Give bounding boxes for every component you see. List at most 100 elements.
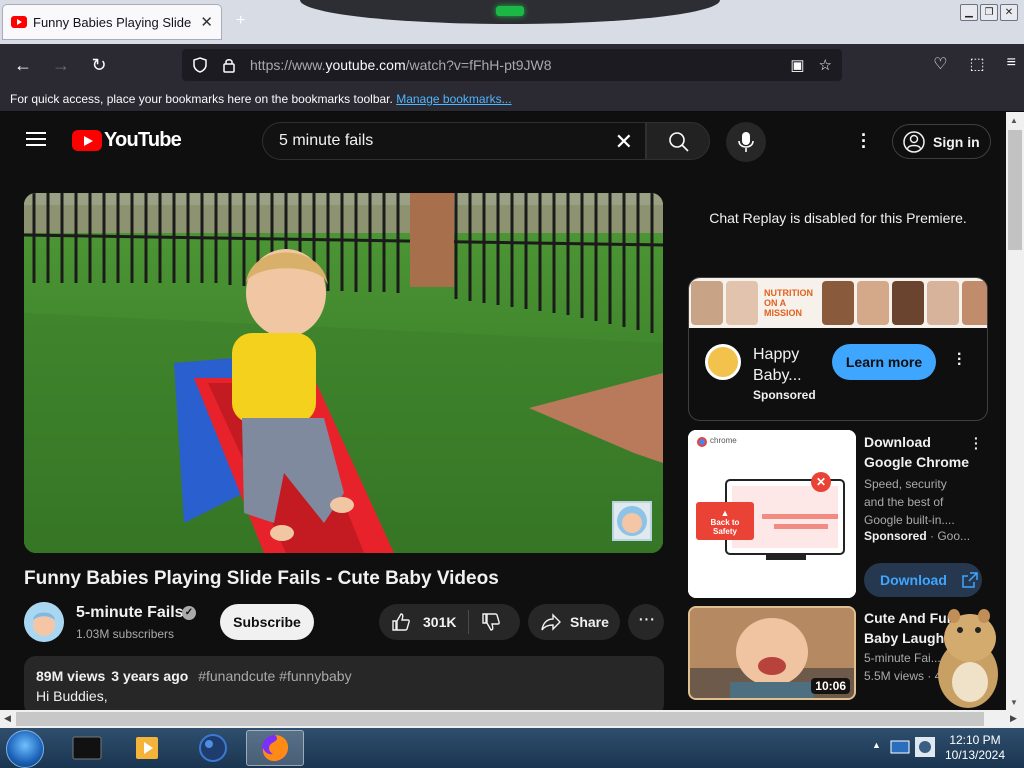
- account-icon: [903, 130, 925, 153]
- window-controls: ▁ ❐ ✕: [960, 4, 1018, 21]
- show-hidden-icons-arrow-icon[interactable]: ▲: [872, 740, 881, 750]
- download-label: Download: [880, 572, 947, 588]
- chrome-ad-sponsor-line: Sponsored · Goo...: [864, 529, 971, 543]
- start-button-windows-logo-icon[interactable]: [6, 730, 44, 768]
- youtube-logo[interactable]: YouTube: [72, 129, 182, 152]
- bookmarks-toolbar: For quick access, place your bookmarks h…: [0, 86, 1024, 112]
- tab-title: Funny Babies Playing Slide Fails - Cute …: [33, 14, 194, 30]
- channel-avatar[interactable]: [24, 602, 64, 642]
- ad-options-kebab-icon[interactable]: · · ·: [957, 347, 963, 373]
- voice-search-button[interactable]: [726, 122, 766, 162]
- search-input[interactable]: 5 minute fails ✕: [262, 122, 646, 160]
- manage-bookmarks-link[interactable]: Manage bookmarks...: [396, 92, 511, 106]
- channel-name[interactable]: 5-minute Fails: [76, 604, 184, 622]
- scroll-up-arrow-icon[interactable]: ▲: [1010, 116, 1018, 125]
- more-actions-button[interactable]: ···: [628, 604, 664, 640]
- chrome-ad-title[interactable]: Download Google Chrome: [864, 432, 974, 472]
- horizontal-scroll-thumb[interactable]: [16, 712, 984, 726]
- extensions-icon[interactable]: ⬚: [970, 54, 985, 74]
- sponsored-ad-card[interactable]: NUTRITION ON A MISSION Happy Baby... Spo…: [688, 277, 988, 421]
- taskbar-app-media-player[interactable]: [118, 730, 176, 766]
- download-button[interactable]: Download: [864, 563, 982, 597]
- hashtags[interactable]: #funandcute #funnybaby: [198, 668, 351, 684]
- hamster-overlay-sticker: [938, 609, 998, 708]
- reload-icon[interactable]: ↻: [84, 55, 114, 76]
- ad-banner-image: NUTRITION ON A MISSION: [689, 278, 987, 328]
- app-menu-icon[interactable]: ≡: [1007, 54, 1016, 74]
- youtube-play-logo-icon: [72, 130, 102, 151]
- pocket-icon[interactable]: ♡: [933, 54, 947, 74]
- advertiser-logo[interactable]: [705, 344, 741, 380]
- taskbar-app-terminal[interactable]: [58, 730, 116, 766]
- network-monitor-icon[interactable]: [890, 739, 910, 757]
- related-video-thumbnail[interactable]: 10:06: [688, 606, 856, 700]
- taskbar-app-globe[interactable]: [184, 730, 242, 766]
- taskbar-app-firefox[interactable]: [246, 730, 304, 766]
- bookmarks-hint: For quick access, place your bookmarks h…: [10, 92, 393, 106]
- restore-window-icon[interactable]: ❐: [980, 4, 998, 21]
- browser-tabstrip: Funny Babies Playing Slide Fails - Cute …: [0, 0, 1024, 44]
- browser-tab-youtube[interactable]: Funny Babies Playing Slide Fails - Cute …: [2, 4, 222, 40]
- tray-app-icon[interactable]: [914, 736, 936, 758]
- share-arrow-icon: [541, 613, 561, 631]
- url-path: /watch?v=fFhH-pt9JW8: [405, 57, 552, 73]
- bookmark-star-icon[interactable]: ☆: [819, 56, 832, 74]
- firefox-icon: [262, 735, 289, 761]
- description-box[interactable]: 89M views 3 years ago #funandcute #funnyb…: [24, 656, 664, 716]
- baby-photo-4: [857, 281, 889, 325]
- clear-search-icon[interactable]: ✕: [615, 129, 633, 155]
- browser-navbar: ← → ↻ https://www. youtube.com/watch?v=fF…: [0, 44, 1024, 86]
- new-tab-button[interactable]: +: [236, 12, 245, 30]
- channel-watermark[interactable]: [612, 501, 652, 541]
- video-duration: 10:06: [811, 678, 850, 694]
- baby-face-watermark-icon: [617, 506, 647, 536]
- sign-in-button[interactable]: Sign in: [892, 124, 991, 159]
- learn-more-button[interactable]: Learn more: [832, 344, 936, 380]
- chrome-ad-description: Speed, security and the best of Google b…: [864, 477, 955, 527]
- lock-icon[interactable]: [222, 57, 236, 73]
- vertical-scroll-thumb[interactable]: [1008, 130, 1022, 250]
- ad-title[interactable]: Happy Baby...: [753, 344, 819, 386]
- page-horizontal-scrollbar[interactable]: ◀ ▶: [0, 710, 1024, 728]
- url-bar[interactable]: https://www. youtube.com/watch?v=fFhH-pt9…: [182, 49, 842, 81]
- microphone-icon: [738, 132, 754, 152]
- tab-close-icon[interactable]: ✕: [200, 13, 213, 31]
- like-button[interactable]: 301K: [379, 610, 469, 634]
- ad-banner-text: NUTRITION ON A MISSION: [764, 288, 813, 318]
- forward-arrow-icon[interactable]: →: [46, 55, 76, 76]
- video-player[interactable]: [24, 193, 663, 553]
- scroll-down-arrow-icon[interactable]: ▼: [1010, 698, 1018, 707]
- ad-sponsored-label: Sponsored: [753, 388, 816, 402]
- scroll-right-arrow-icon[interactable]: ▶: [1010, 713, 1017, 724]
- svg-text:▲: ▲: [721, 508, 730, 518]
- baby-photo-3: [822, 281, 854, 325]
- shield-icon[interactable]: [192, 57, 208, 73]
- url-prefix: https://www.: [250, 57, 326, 73]
- external-link-icon: [962, 572, 978, 588]
- subscribe-button[interactable]: Subscribe: [220, 604, 314, 640]
- share-button[interactable]: Share: [528, 604, 620, 640]
- chrome-ad-thumbnail[interactable]: ✕ ▲ chrome Back to Safety: [688, 430, 856, 598]
- sign-in-label: Sign in: [933, 133, 980, 150]
- minimize-window-icon[interactable]: ▁: [960, 4, 978, 21]
- chrome-ad-kebab-icon[interactable]: · · ·: [974, 431, 979, 455]
- taskbar-clock[interactable]: 12:10 PM 10/13/2024: [940, 733, 1010, 763]
- dislike-button[interactable]: [469, 612, 501, 632]
- chrome-thumb-label: chrome: [710, 436, 737, 445]
- scroll-left-arrow-icon[interactable]: ◀: [4, 713, 11, 724]
- like-dislike-segment: 301K: [379, 604, 520, 640]
- description-text: Hi Buddies,: [36, 688, 108, 704]
- search-query: 5 minute fails: [279, 132, 374, 149]
- guide-menu-icon[interactable]: [26, 132, 46, 146]
- back-arrow-icon[interactable]: ←: [8, 55, 38, 76]
- settings-kebab-icon[interactable]: · · ·: [856, 126, 872, 156]
- desktop-screen: Funny Babies Playing Slide Fails - Cute …: [0, 0, 1024, 768]
- url-host: youtube.com: [325, 57, 406, 73]
- reader-view-icon[interactable]: ▣: [790, 56, 804, 74]
- baby-photo-5: [892, 281, 924, 325]
- baby-photo-7: [962, 281, 987, 325]
- channel-avatar-icon: [24, 602, 64, 642]
- video-title: Funny Babies Playing Slide Fails - Cute …: [24, 568, 499, 589]
- close-window-icon[interactable]: ✕: [1000, 4, 1018, 21]
- search-button[interactable]: [646, 122, 710, 160]
